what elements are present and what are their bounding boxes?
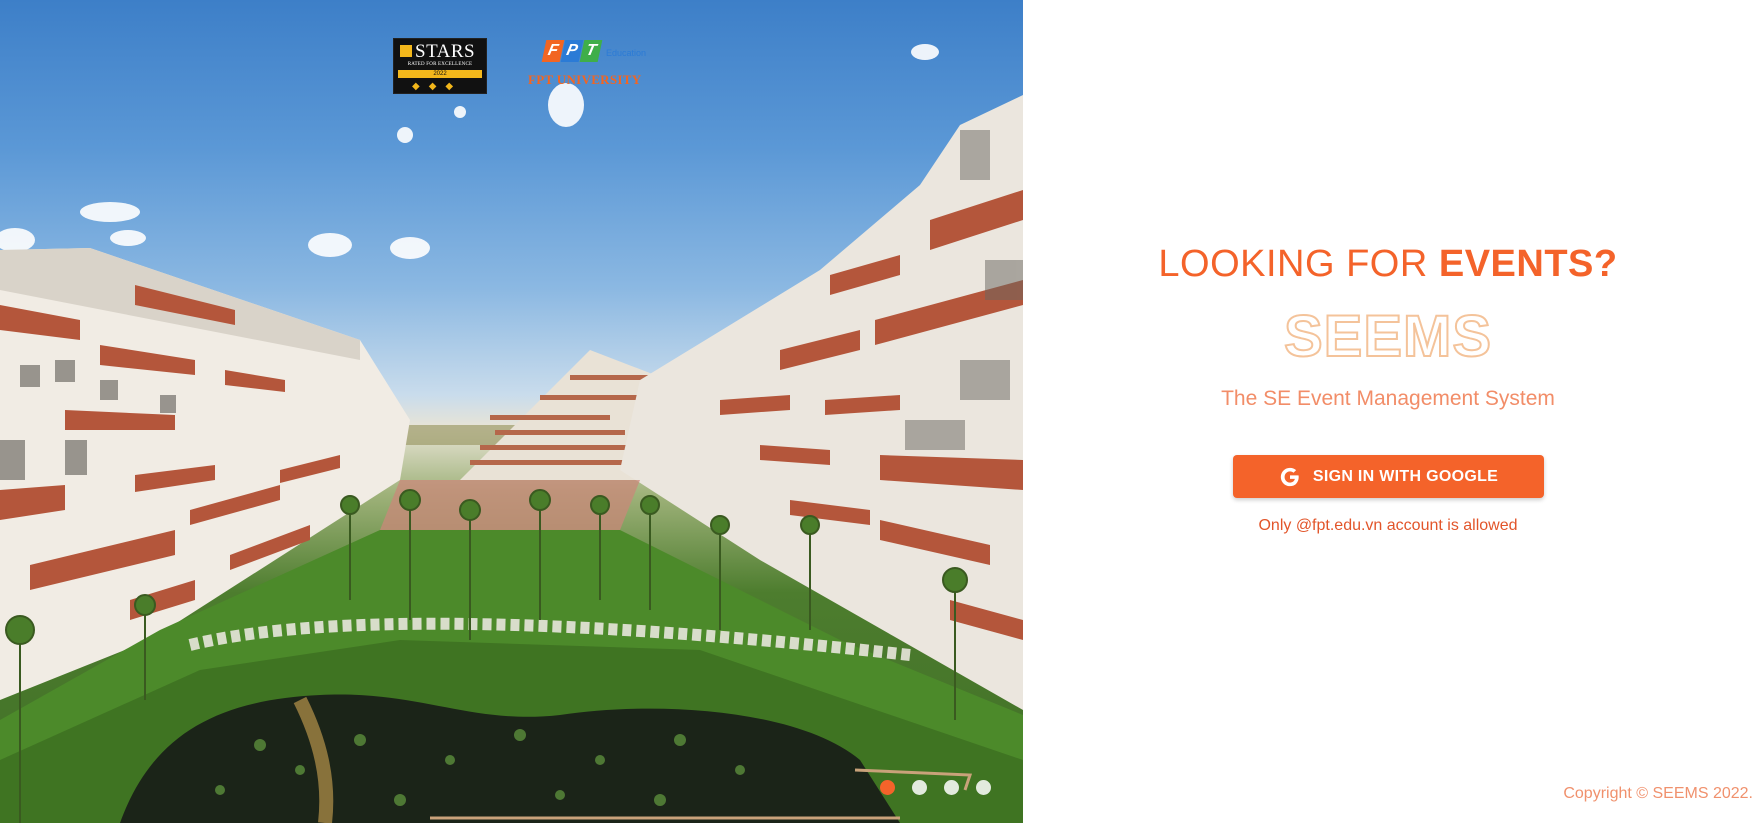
login-panel: LOOKING FOR EVENTS? SEEMS The SE Event M…: [1023, 0, 1753, 823]
carousel-dot-4[interactable]: [976, 780, 991, 795]
brand-logo-text: SEEMS: [1283, 303, 1493, 370]
headline-prefix: LOOKING FOR: [1158, 243, 1439, 285]
stars-subtitle: RATED FOR EXCELLENCE: [407, 62, 473, 67]
tagline: The SE Event Management System: [1221, 387, 1555, 410]
copyright: Copyright © SEEMS 2022.: [1563, 785, 1753, 802]
campus-illustration: [0, 44, 1023, 823]
headline-emphasis: EVENTS?: [1438, 243, 1618, 285]
google-button-label: SIGN IN WITH GOOGLE: [1312, 467, 1499, 485]
headline: LOOKING FOR EVENTS?: [1023, 243, 1753, 286]
fpt-education-label: Education: [606, 48, 647, 58]
google-g-icon: [1280, 467, 1299, 486]
stars-year: 2022: [398, 70, 482, 78]
carousel-dot-2[interactable]: [912, 780, 927, 795]
fpt-letters: FPT: [541, 40, 603, 62]
stars-logo-icon: [400, 45, 412, 57]
hero-campus-image: STARS RATED FOR EXCELLENCE 2022 ◆◆◆ FPT …: [0, 0, 1023, 823]
account-restriction-note: Only @fpt.edu.vn account is allowed: [1258, 517, 1518, 534]
fpt-university-label: FPT UNIVERSITY: [528, 72, 642, 87]
sign-in-with-google-button[interactable]: SIGN IN WITH GOOGLE: [1233, 455, 1544, 498]
carousel-dot-1[interactable]: [880, 780, 895, 795]
qs-stars-badge: STARS RATED FOR EXCELLENCE 2022 ◆◆◆: [393, 38, 487, 94]
fpt-university-logo: FPT Education FPT UNIVERSITY: [528, 38, 668, 92]
carousel-dot-3[interactable]: [944, 780, 959, 795]
fpt-letter-t: T: [579, 40, 603, 62]
stars-title: STARS: [415, 41, 476, 62]
carousel-indicators: [880, 780, 991, 795]
stars-rating-icon: ◆◆◆: [412, 81, 463, 92]
